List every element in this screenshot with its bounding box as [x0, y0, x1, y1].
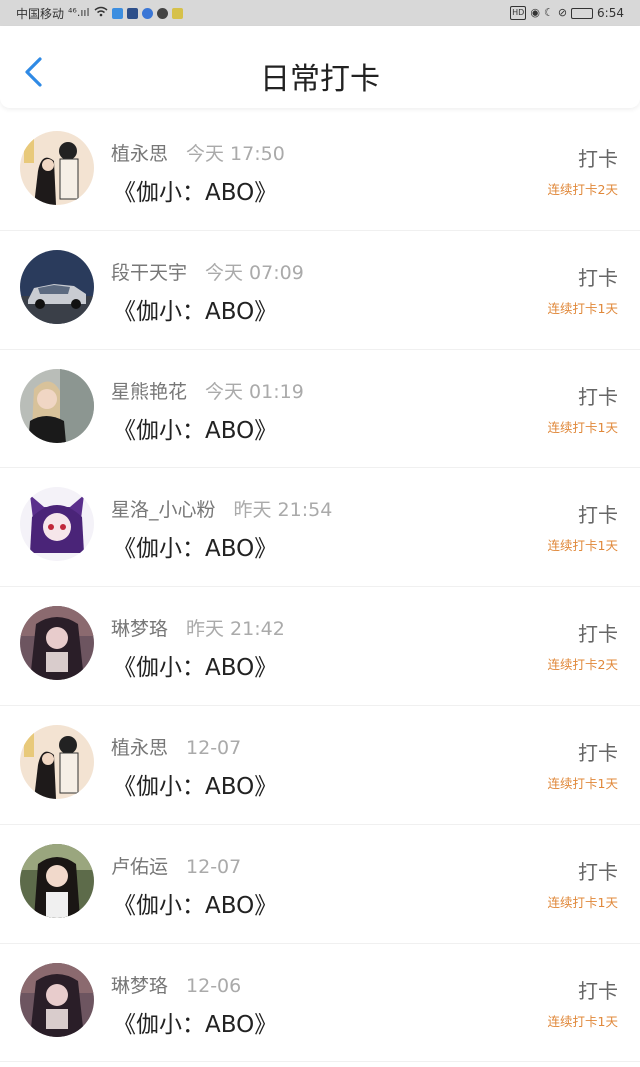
checkin-row[interactable]: 卢佑运 12-07 《伽小：ABO》 打卡连续打卡1天 — [0, 825, 640, 944]
book-title: 《伽小：ABO》 — [113, 892, 278, 919]
username-label[interactable]: 植永思 — [111, 737, 168, 759]
battery-icon — [571, 7, 594, 19]
moon-icon: ☾ — [543, 6, 554, 19]
checkin-button[interactable]: 打卡 — [578, 381, 618, 410]
book-title: 《伽小：ABO》 — [113, 298, 278, 325]
checkin-time: 今天 17:50 — [186, 143, 285, 165]
checkin-button[interactable]: 打卡 — [578, 143, 618, 172]
checkin-row[interactable]: 琳梦珞 12-06 《伽小：ABO》 打卡连续打卡1天 — [0, 944, 640, 1063]
streak-label: 连续打卡1天 — [547, 775, 618, 791]
streak-label: 连续打卡2天 — [547, 182, 618, 197]
user-name: 星洛_小心粉 昨天 21:54 — [111, 495, 332, 522]
app-notification-icon — [111, 7, 123, 19]
checkin-row[interactable]: 星洛_小心粉 昨天 21:54 《伽小：ABO》 打卡连续打卡1天 — [0, 468, 640, 588]
username-label[interactable]: 植永思 — [111, 143, 168, 165]
checkin-button[interactable]: 打卡 — [578, 737, 618, 766]
page-title: 日常打卡 — [260, 62, 380, 97]
user-name: 段干天宇 今天 07:09 — [111, 258, 304, 285]
signal-icon: ⁴⁶.ııl — [68, 6, 90, 19]
streak-label: 连续打卡1天 — [547, 894, 618, 910]
avatar[interactable] — [20, 487, 94, 562]
checkin-row[interactable]: 段干天宇 今天 07:09 《伽小：ABO》 打卡连续打卡1天 — [0, 231, 640, 350]
checkin-time: 12-07 — [186, 736, 242, 759]
user-name: 卢佑运 12-07 — [111, 852, 241, 879]
eye-icon: ◉ — [530, 6, 540, 19]
wifi-icon — [94, 6, 108, 20]
checkin-time: 今天 01:19 — [205, 380, 304, 403]
avatar[interactable] — [20, 131, 94, 205]
app-notification-icon — [171, 7, 183, 19]
checkin-time: 今天 07:09 — [205, 261, 304, 284]
book-title: 《伽小：ABO》 — [113, 773, 278, 800]
username-label[interactable]: 星熊艳花 — [111, 381, 187, 403]
streak-label: 连续打卡2天 — [547, 657, 618, 673]
user-name: 星熊艳花 今天 01:19 — [111, 377, 304, 404]
app-notification-icon — [141, 7, 153, 19]
carrier-label: 中国移动 — [16, 6, 65, 21]
checkin-button[interactable]: 打卡 — [578, 499, 618, 528]
checkin-button[interactable]: 打卡 — [578, 975, 618, 1004]
checkin-time: 12-06 — [186, 974, 242, 997]
checkin-button[interactable]: 打卡 — [578, 262, 618, 291]
username-label[interactable]: 琳梦珞 — [111, 618, 168, 640]
checkin-button[interactable]: 打卡 — [578, 856, 618, 885]
avatar[interactable] — [20, 843, 94, 918]
book-title: 《伽小：ABO》 — [113, 417, 278, 444]
user-name: 琳梦珞 昨天 21:42 — [111, 614, 285, 641]
checkin-button[interactable]: 打卡 — [578, 618, 618, 647]
status-right: HD ◉ ☾ ⊘ 6:54 — [510, 6, 624, 20]
streak-label: 连续打卡1天 — [547, 419, 618, 435]
book-title: 《伽小：ABO》 — [113, 1011, 278, 1038]
hd-icon: HD — [510, 6, 527, 20]
mute-icon: ⊘ — [557, 6, 568, 19]
user-name: 植永思 今天 17:50 — [111, 139, 285, 166]
checkin-row[interactable]: 植永思 今天 17:50 《伽小：ABO》 打卡连续打卡2天 — [0, 112, 640, 231]
checkin-row[interactable]: 琳梦珞 昨天 21:42 《伽小：ABO》 打卡连续打卡2天 — [0, 587, 640, 706]
book-title: 《伽小：ABO》 — [113, 655, 278, 682]
book-title: 《伽小：ABO》 — [113, 180, 278, 206]
book-title: 《伽小：ABO》 — [113, 536, 278, 563]
navigation-bar: 日常打卡 — [0, 26, 640, 108]
checkin-time: 昨天 21:42 — [186, 618, 285, 641]
streak-label: 连续打卡1天 — [547, 300, 618, 316]
avatar[interactable] — [20, 606, 94, 681]
streak-label: 连续打卡1天 — [547, 1013, 618, 1029]
checkin-time: 12-07 — [186, 855, 242, 878]
status-left: 中国移动 ⁴⁶.ııl — [16, 5, 183, 22]
username-label[interactable]: 段干天宇 — [111, 262, 187, 284]
user-name: 植永思 12-07 — [111, 733, 241, 760]
username-label[interactable]: 卢佑运 — [111, 856, 168, 878]
avatar[interactable] — [20, 249, 94, 324]
checkin-time: 昨天 21:54 — [233, 499, 333, 522]
checkin-list: 植永思 今天 17:50 《伽小：ABO》 打卡 连续打卡2天 段干天宇 今天 07:09 《… — [0, 112, 640, 1063]
avatar[interactable] — [20, 368, 94, 443]
username-label[interactable]: 琳梦珞 — [111, 975, 168, 997]
app-notification-icon — [126, 7, 138, 19]
username-label[interactable]: 星洛_小心粉 — [111, 499, 216, 521]
checkin-row[interactable]: 植永思 12-07 《伽小：ABO》 打卡连续打卡1天 — [0, 706, 640, 825]
message-icon — [156, 7, 168, 19]
clock: 6:54 — [597, 6, 624, 20]
checkin-row[interactable]: 星熊艳花 今天 01:19 《伽小：ABO》 打卡连续打卡1天 — [0, 350, 640, 469]
user-name: 琳梦珞 12-06 — [111, 971, 241, 998]
avatar[interactable] — [20, 962, 94, 1037]
avatar[interactable] — [20, 724, 94, 799]
streak-label: 连续打卡1天 — [547, 538, 618, 554]
status-bar: 中国移动 ⁴⁶.ııl HD ◉ ☾ ⊘ 6:54 — [0, 0, 640, 26]
